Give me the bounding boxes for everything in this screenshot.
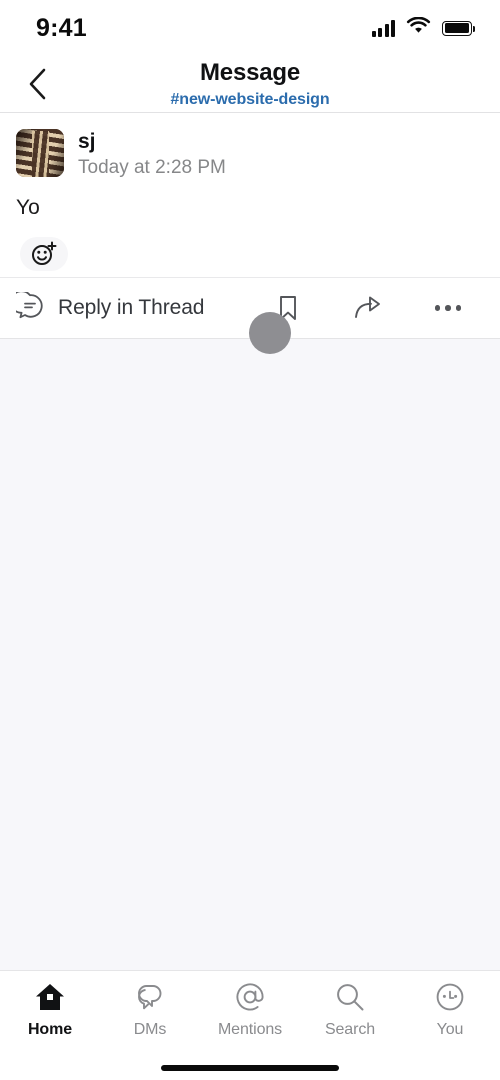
message-meta: sj Today at 2:28 PM — [78, 129, 226, 179]
message-author[interactable]: sj — [78, 130, 226, 154]
page-title: Message — [200, 59, 300, 86]
back-button[interactable] — [16, 62, 60, 106]
nav-item-home[interactable]: Home — [0, 981, 100, 1039]
nav-item-search[interactable]: Search — [300, 981, 400, 1039]
message-header: sj Today at 2:28 PM — [16, 129, 484, 179]
more-options-ellipsis-icon — [434, 305, 462, 311]
add-reaction-smiley-plus-icon — [32, 241, 57, 265]
nav-label-dms: DMs — [133, 1021, 167, 1038]
add-reaction-button[interactable] — [20, 237, 68, 271]
cellular-signal-icon — [371, 19, 395, 37]
bottom-navigation: Home DMs Mentions Search You — [0, 970, 500, 1055]
chevron-left-icon — [29, 68, 46, 100]
search-icon — [334, 981, 366, 1013]
nav-item-mentions[interactable]: Mentions — [200, 981, 300, 1039]
status-bar-icons — [371, 16, 476, 40]
battery-full-icon — [442, 20, 476, 36]
nav-item-you[interactable]: You — [400, 981, 500, 1039]
mentions-at-icon — [234, 981, 266, 1013]
channel-name-link[interactable]: #new-website-design — [170, 90, 329, 109]
dms-icon — [133, 981, 167, 1013]
nav-label-you: You — [436, 1021, 464, 1038]
message-text: Yo — [16, 196, 40, 219]
header-titles: Message #new-website-design — [170, 59, 329, 109]
app-screen: 9:41 Message #new-website-design sj Toda… — [0, 0, 500, 1080]
thread-reply-bubble-icon — [9, 289, 44, 325]
nav-label-search: Search — [324, 1021, 376, 1038]
more-options-button[interactable] — [432, 292, 464, 324]
status-bar-time: 9:41 — [36, 13, 87, 42]
message-timestamp: Today at 2:28 PM — [78, 157, 226, 178]
wifi-icon — [406, 16, 431, 40]
nav-label-home: Home — [27, 1021, 73, 1038]
reply-in-thread-button[interactable]: Reply in Thread — [9, 289, 272, 325]
action-icons — [272, 292, 484, 324]
avatar-image-detail — [32, 130, 49, 177]
nav-item-dms[interactable]: DMs — [100, 981, 200, 1039]
home-indicator[interactable] — [161, 1064, 339, 1071]
screen-header: Message #new-website-design — [0, 56, 500, 113]
touch-indicator — [249, 312, 291, 354]
thread-empty-area — [0, 312, 500, 970]
message-block: sj Today at 2:28 PM Yo — [0, 113, 500, 277]
status-bar: 9:41 — [0, 0, 500, 56]
user-avatar[interactable] — [16, 129, 64, 177]
home-indicator-area — [0, 1055, 500, 1080]
reply-in-thread-label: Reply in Thread — [58, 296, 205, 319]
you-profile-icon — [434, 981, 466, 1013]
share-forward-arrow-icon — [355, 296, 380, 318]
share-button[interactable] — [352, 292, 384, 324]
home-icon — [34, 981, 66, 1013]
reaction-row — [16, 237, 484, 271]
nav-label-mentions: Mentions — [217, 1021, 283, 1038]
